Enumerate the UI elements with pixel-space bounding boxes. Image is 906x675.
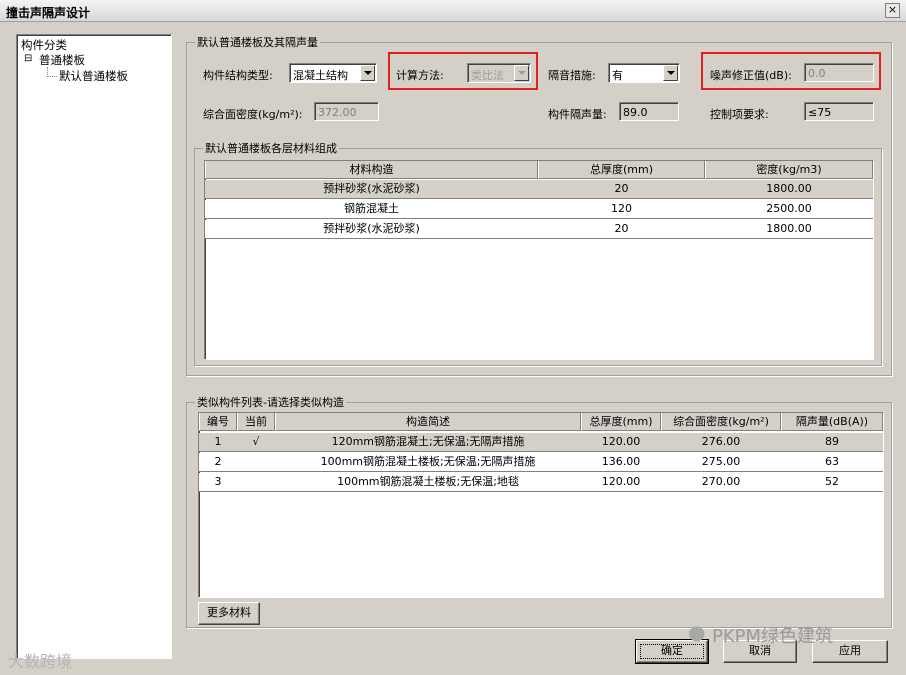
cell: 276.00 xyxy=(701,435,741,448)
control-label: 控制项要求: xyxy=(710,108,769,121)
insulation-value: 89.0 xyxy=(623,106,648,119)
watermark-right: PKPM绿色建筑 xyxy=(712,626,834,647)
chevron-down-icon[interactable] xyxy=(514,65,529,81)
tree-node-floor[interactable]: 普通楼板 xyxy=(39,52,85,68)
current-check-icon[interactable]: √ xyxy=(237,433,275,451)
measure-label: 隔音措施: xyxy=(548,69,596,82)
layers-caption: 默认普通楼板各层材料组成 xyxy=(203,140,339,156)
column-header[interactable]: 构造简述 xyxy=(275,413,581,431)
control-field[interactable]: ≤75 xyxy=(804,102,874,121)
tree-leaf-default-floor[interactable]: 默认普通楼板 xyxy=(59,68,128,84)
column-header[interactable]: 编号 xyxy=(199,413,237,431)
category-tree[interactable]: 构件分类 ⊟ 普通楼板 默认普通楼板 xyxy=(16,34,172,659)
cell: 20 xyxy=(614,222,629,235)
current-check-icon[interactable] xyxy=(237,453,275,471)
column-header[interactable]: 材料构造 xyxy=(205,161,538,179)
cell: 120mm钢筋混凝土;无保温;无隔声措施 xyxy=(331,435,525,448)
cell: 52 xyxy=(825,475,839,488)
column-header[interactable]: 总厚度(mm) xyxy=(538,161,705,179)
calc-method-label: 计算方法: xyxy=(396,69,444,82)
cell: 钢筋混凝土 xyxy=(344,202,399,215)
chevron-down-icon[interactable] xyxy=(360,65,375,81)
control-value: ≤75 xyxy=(808,106,832,119)
cell: 2 xyxy=(214,455,222,468)
table-row[interactable]: 2 100mm钢筋混凝土楼板;无保温;无隔声措施 136.00 275.00 6… xyxy=(199,453,883,472)
column-header[interactable]: 密度(kg/m3) xyxy=(705,161,873,179)
cell: 89 xyxy=(825,435,839,448)
calc-method-select[interactable]: 类比法 xyxy=(467,63,531,83)
column-header[interactable]: 综合面密度(kg/m²) xyxy=(661,413,781,431)
cell: 120.00 xyxy=(601,435,641,448)
measure-value: 有 xyxy=(612,69,623,82)
close-button[interactable]: × xyxy=(885,3,900,18)
cell: 预拌砂浆(水泥砂浆) xyxy=(323,222,420,235)
watermark-left: 大数跨境 xyxy=(8,652,73,671)
cell: 63 xyxy=(825,455,839,468)
tree-expander-icon[interactable]: ⊟ xyxy=(24,53,32,64)
cell: 20 xyxy=(614,182,629,195)
column-header[interactable]: 总厚度(mm) xyxy=(581,413,661,431)
density-value: 372.00 xyxy=(318,106,357,119)
density-field[interactable]: 372.00 xyxy=(314,102,379,121)
cell: 3 xyxy=(214,475,222,488)
cell: 1800.00 xyxy=(766,182,812,195)
similar-table-header: 编号 当前 构造简述 总厚度(mm) 综合面密度(kg/m²) 隔声量(dB(A… xyxy=(199,413,883,431)
cell: 预拌砂浆(水泥砂浆) xyxy=(323,182,420,195)
default-floor-caption: 默认普通楼板及其隔声量 xyxy=(195,34,320,50)
window-title: 撞击声隔声设计 xyxy=(6,6,91,20)
cell: 100mm钢筋混凝土楼板;无保温;地毯 xyxy=(337,475,519,488)
structure-type-label: 构件结构类型: xyxy=(203,69,273,82)
more-materials-button[interactable]: 更多材料 xyxy=(198,602,260,625)
insulation-label: 构件隔声量: xyxy=(548,108,607,121)
cell: 2500.00 xyxy=(766,202,812,215)
noise-correction-label: 噪声修正值(dB): xyxy=(710,69,792,82)
table-row[interactable]: 3 100mm钢筋混凝土楼板;无保温;地毯 120.00 270.00 52 xyxy=(199,473,883,492)
similar-caption: 类似构件列表-请选择类似构造 xyxy=(195,394,346,410)
table-row[interactable]: 1 √ 120mm钢筋混凝土;无保温;无隔声措施 120.00 276.00 8… xyxy=(199,433,883,452)
focus-ring xyxy=(640,644,704,659)
cell: 1 xyxy=(214,435,222,448)
tree-root-label[interactable]: 构件分类 xyxy=(21,37,67,53)
layers-table[interactable]: 材料构造 总厚度(mm) 密度(kg/m3) 预拌砂浆(水泥砂浆) 20 180… xyxy=(204,160,874,360)
noise-correction-field[interactable]: 0.0 xyxy=(804,63,874,82)
structure-type-value: 混凝土结构 xyxy=(293,69,348,82)
tree-connector xyxy=(47,76,57,77)
table-row[interactable]: 预拌砂浆(水泥砂浆) 20 1800.00 xyxy=(205,180,873,199)
measure-select[interactable]: 有 xyxy=(608,63,680,83)
insulation-field[interactable]: 89.0 xyxy=(619,102,679,121)
cell: 100mm钢筋混凝土楼板;无保温;无隔声措施 xyxy=(320,455,536,468)
cell: 270.00 xyxy=(701,475,741,488)
cell: 120.00 xyxy=(601,475,641,488)
chevron-down-icon[interactable] xyxy=(663,65,678,81)
density-label: 综合面密度(kg/m²): xyxy=(203,108,303,121)
cell: 1800.00 xyxy=(766,222,812,235)
layers-table-header: 材料构造 总厚度(mm) 密度(kg/m3) xyxy=(205,161,873,179)
similar-table[interactable]: 编号 当前 构造简述 总厚度(mm) 综合面密度(kg/m²) 隔声量(dB(A… xyxy=(198,412,884,598)
column-header[interactable]: 当前 xyxy=(237,413,275,431)
cell: 120 xyxy=(611,202,632,215)
noise-correction-value: 0.0 xyxy=(808,67,826,80)
structure-type-select[interactable]: 混凝土结构 xyxy=(289,63,377,83)
cell: 136.00 xyxy=(601,455,641,468)
wechat-icon: ● xyxy=(688,620,706,644)
column-header[interactable]: 隔声量(dB(A)) xyxy=(781,413,883,431)
cell: 275.00 xyxy=(701,455,741,468)
title-bar: 撞击声隔声设计 × xyxy=(0,0,906,22)
current-check-icon[interactable] xyxy=(237,473,275,491)
table-row[interactable]: 预拌砂浆(水泥砂浆) 20 1800.00 xyxy=(205,220,873,239)
calc-method-value: 类比法 xyxy=(471,69,504,82)
table-row[interactable]: 钢筋混凝土 120 2500.00 xyxy=(205,200,873,219)
dialog-window: 撞击声隔声设计 × 构件分类 ⊟ 普通楼板 默认普通楼板 默认普通楼板及其隔声量… xyxy=(0,0,906,675)
